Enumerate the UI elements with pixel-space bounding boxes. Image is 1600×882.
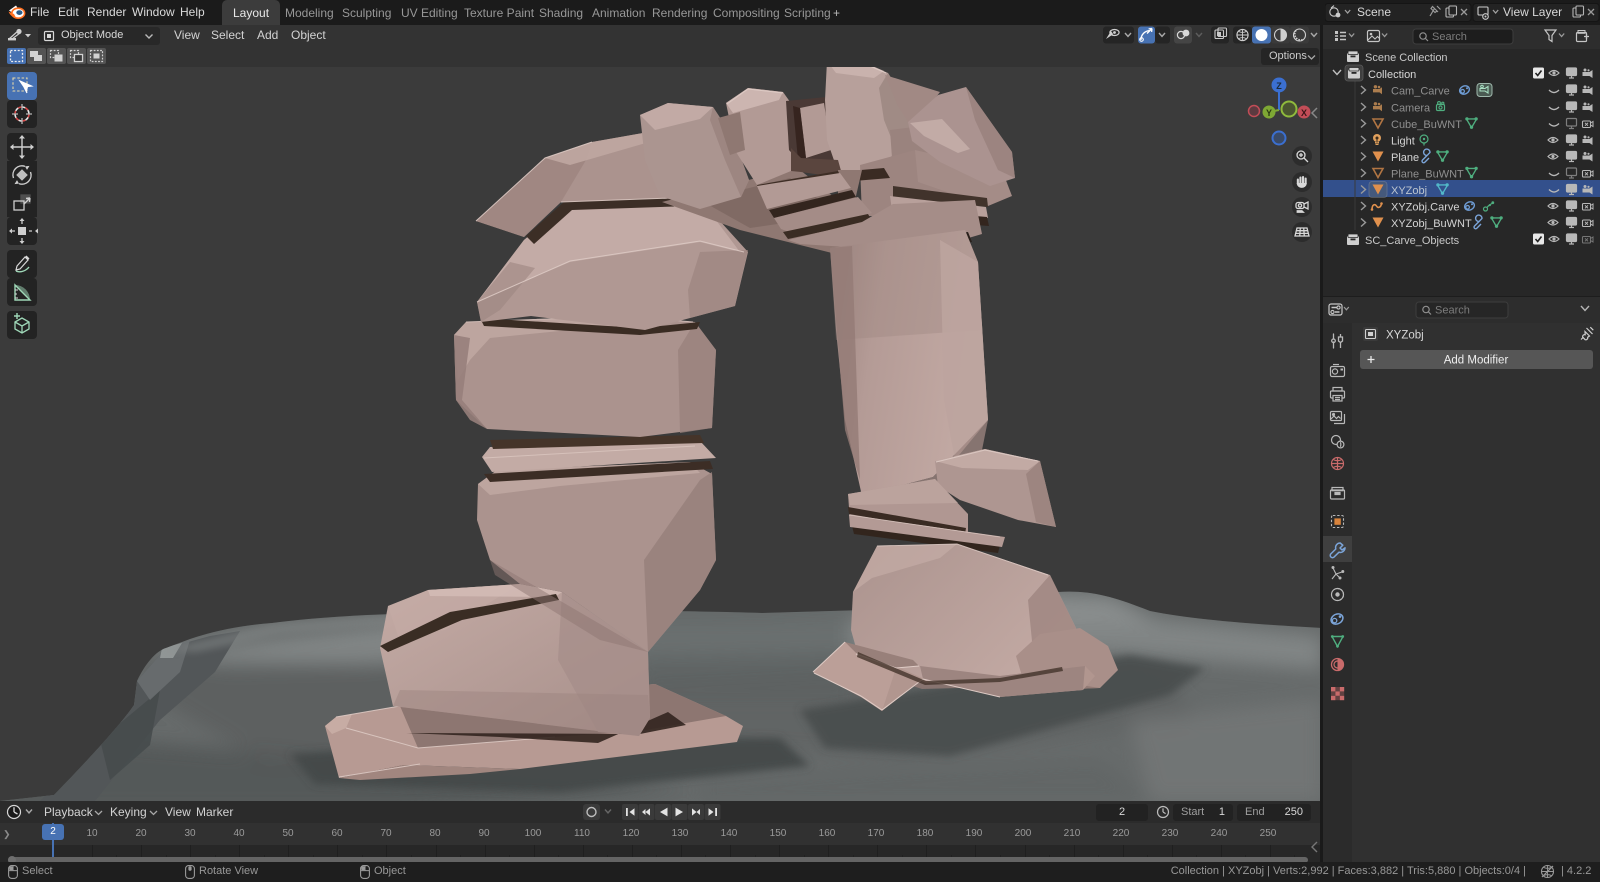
svg-text:XYZobj.Carve: XYZobj.Carve xyxy=(1391,202,1459,214)
svg-text:SC_Carve_Objects: SC_Carve_Objects xyxy=(1365,235,1460,247)
svg-text:Y: Y xyxy=(1266,108,1272,118)
svg-text:Cam_Carve: Cam_Carve xyxy=(1391,86,1450,98)
svg-text:View Layer: View Layer xyxy=(1503,5,1562,19)
svg-text:XYZobj_BuWNT: XYZobj_BuWNT xyxy=(1391,218,1472,230)
svg-text:Camera: Camera xyxy=(1391,103,1431,115)
svg-text:Plane: Plane xyxy=(1391,152,1419,164)
svg-text:XYZobj: XYZobj xyxy=(1386,330,1424,342)
svg-text:Search: Search xyxy=(1432,31,1467,43)
svg-text:Add Modifier: Add Modifier xyxy=(1444,355,1509,367)
svg-text:Scene Collection: Scene Collection xyxy=(1365,52,1448,64)
svg-text:Collection: Collection xyxy=(1368,69,1416,81)
svg-text:X: X xyxy=(1301,108,1307,118)
svg-text:Cube_BuWNT: Cube_BuWNT xyxy=(1391,119,1462,131)
svg-text:Plane_BuWNT: Plane_BuWNT xyxy=(1391,169,1464,181)
svg-text:XYZobj: XYZobj xyxy=(1391,185,1427,197)
svg-text:Scene: Scene xyxy=(1357,5,1391,19)
svg-text:Light: Light xyxy=(1391,136,1415,148)
svg-text:Search: Search xyxy=(1435,305,1470,317)
svg-text:Z: Z xyxy=(1276,81,1282,91)
